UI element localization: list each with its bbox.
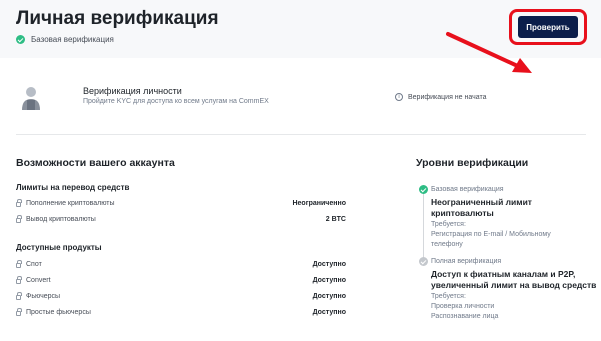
- check-circle-icon: [419, 185, 428, 194]
- identity-verification-subtitle: Пройдите KYC для доступа ко всем услугам…: [83, 98, 269, 105]
- base-verification-status: Базовая верификация: [16, 35, 114, 44]
- limit-label: Пополнение криптовалюты: [26, 200, 115, 207]
- level-required: Требуется:: [431, 221, 466, 228]
- product-label: Спот: [26, 261, 42, 268]
- limit-row: Вывод криптовалюты 2 BTC: [16, 215, 346, 228]
- lock-icon: [16, 276, 22, 284]
- product-row: Фьючерсы Доступно: [16, 292, 346, 305]
- product-value: Доступно: [312, 277, 346, 284]
- identity-verification-card: Верификация личности Пройдите KYC для до…: [16, 70, 586, 130]
- levels-title: Уровни верификации: [416, 157, 529, 169]
- verification-status: i Верификация не начата: [395, 93, 487, 101]
- lock-icon: [16, 308, 22, 316]
- lock-icon: [16, 199, 22, 207]
- product-label: Простые фьючерсы: [26, 309, 91, 316]
- product-row: Спот Доступно: [16, 260, 346, 273]
- product-value: Доступно: [312, 293, 346, 300]
- products-title: Доступные продукты: [16, 243, 102, 252]
- level-requirement: Распознавание лица: [431, 313, 499, 320]
- product-label: Фьючерсы: [26, 293, 61, 300]
- limit-value: Неограниченно: [292, 200, 346, 207]
- level-requirement: Регистрация по E-mail / Мобильному: [431, 231, 551, 238]
- limit-row: Пополнение криптовалюты Неограниченно: [16, 199, 346, 212]
- page-title: Личная верификация: [16, 8, 219, 29]
- lock-icon: [16, 260, 22, 268]
- product-value: Доступно: [312, 261, 346, 268]
- level-name: Базовая верификация: [431, 186, 504, 193]
- verification-status-label: Верификация не начата: [408, 93, 487, 101]
- identity-verification-title: Верификация личности: [83, 86, 182, 96]
- product-value: Доступно: [312, 309, 346, 316]
- info-icon: i: [395, 93, 403, 101]
- lock-icon: [16, 292, 22, 300]
- verify-button[interactable]: Проверить: [518, 16, 578, 38]
- user-avatar-icon: [22, 87, 40, 110]
- check-circle-icon: [16, 35, 25, 44]
- level-headline: Неограниченный лимит: [431, 197, 532, 207]
- product-row: Convert Доступно: [16, 276, 346, 289]
- level-required: Требуется:: [431, 293, 466, 300]
- level-headline: криптовалюты: [431, 208, 494, 218]
- levels-timeline: [423, 192, 424, 262]
- limit-label: Вывод криптовалюты: [26, 216, 96, 223]
- capabilities-title: Возможности вашего аккаунта: [16, 157, 175, 169]
- check-circle-icon: [419, 257, 428, 266]
- limits-title: Лимиты на перевод средств: [16, 183, 130, 192]
- level-name: Полная верификация: [431, 258, 502, 265]
- section-divider: [16, 134, 586, 135]
- limit-value: 2 BTC: [325, 216, 346, 223]
- level-requirement: Проверка личности: [431, 303, 495, 310]
- product-row: Простые фьючерсы Доступно: [16, 308, 346, 321]
- level-requirement: телефону: [431, 241, 463, 248]
- lock-icon: [16, 215, 22, 223]
- level-headline: Доступ к фиатным каналам и P2P,: [431, 269, 576, 279]
- product-label: Convert: [26, 277, 51, 284]
- base-verification-label: Базовая верификация: [31, 35, 114, 44]
- level-headline: увеличенный лимит на вывод средств: [431, 280, 597, 290]
